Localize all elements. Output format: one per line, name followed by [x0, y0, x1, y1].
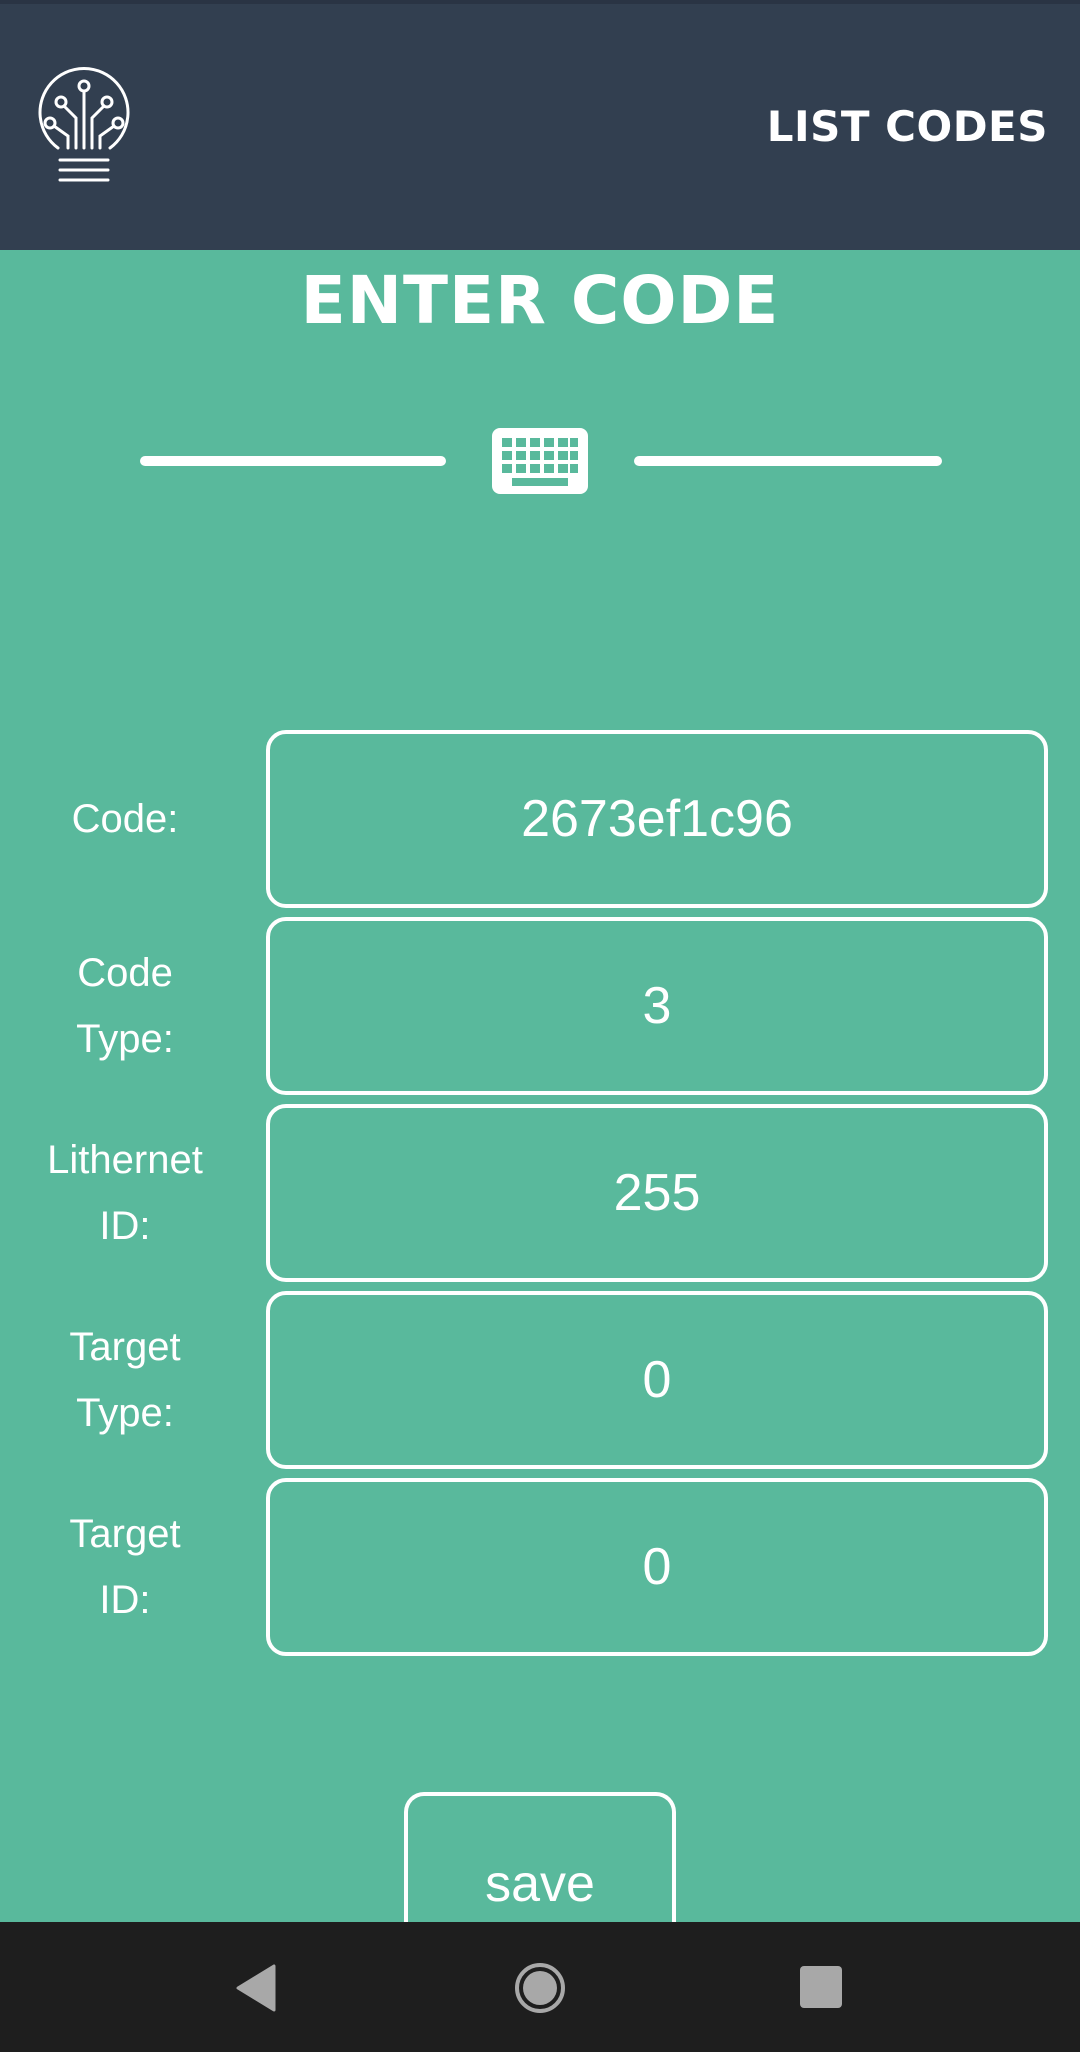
- lithernet-id-label: Lithernet ID:: [47, 1138, 203, 1248]
- field-row-code-type: Code Type: 3: [0, 917, 1080, 1095]
- code-label: Code:: [71, 797, 179, 841]
- system-navigation-bar: [0, 1922, 1080, 2052]
- target-type-field[interactable]: 0: [266, 1291, 1048, 1469]
- target-id-field[interactable]: 0: [266, 1478, 1048, 1656]
- list-codes-button[interactable]: LIST CODES: [767, 102, 1048, 151]
- divider-right: [634, 456, 942, 466]
- save-button[interactable]: save: [404, 1792, 676, 1922]
- code-type-field[interactable]: 3: [266, 917, 1048, 1095]
- divider-left: [140, 456, 446, 466]
- keyboard-icon: [492, 428, 588, 494]
- home-circle-icon[interactable]: [514, 1962, 566, 2014]
- code-field[interactable]: 2673ef1c96: [266, 730, 1048, 908]
- page-title: ENTER CODE: [300, 262, 780, 339]
- field-row-lithernet-id: Lithernet ID: 255: [0, 1104, 1080, 1282]
- recent-apps-square-icon[interactable]: [800, 1966, 842, 2008]
- target-type-label: Target Type:: [69, 1325, 181, 1435]
- lithernet-id-field[interactable]: 255: [266, 1104, 1048, 1282]
- field-row-target-id: Target ID: 0: [0, 1478, 1080, 1656]
- field-row-code: Code: 2673ef1c96: [0, 730, 1080, 908]
- back-triangle-icon[interactable]: [234, 1964, 278, 2012]
- code-type-label: Code Type:: [76, 951, 174, 1061]
- field-row-target-type: Target Type: 0: [0, 1291, 1080, 1469]
- app-header: LIST CODES: [0, 4, 1080, 250]
- target-id-label: Target ID:: [69, 1512, 181, 1622]
- lightbulb-circuit-icon: [38, 67, 130, 182]
